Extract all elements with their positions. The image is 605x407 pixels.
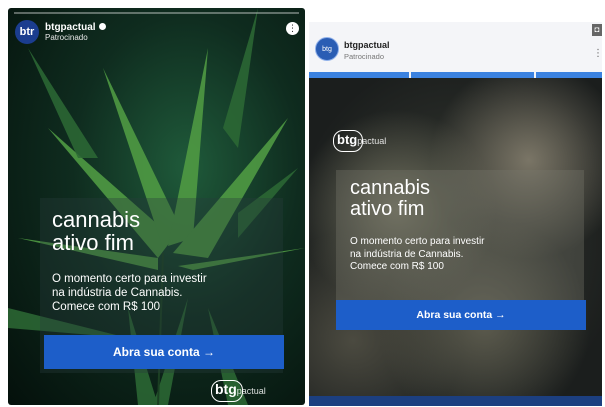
body-line: O momento certo para investir bbox=[350, 236, 485, 247]
body-line: O momento certo para investir bbox=[52, 273, 207, 285]
body-line: na indústria de Cannabis. bbox=[350, 248, 464, 260]
brand-avatar[interactable]: btg bbox=[315, 37, 339, 61]
story-progress-bar bbox=[14, 12, 299, 14]
ad-headline: cannabis ativo fim bbox=[350, 178, 430, 220]
sponsored-label: Patrocinado bbox=[344, 52, 385, 61]
brand-name[interactable]: btgpactual bbox=[45, 22, 106, 33]
open-account-button[interactable]: Abra sua conta → bbox=[44, 335, 284, 369]
verified-icon bbox=[98, 23, 106, 31]
sponsored-label: Patrocinado bbox=[45, 32, 88, 42]
story-ad-left[interactable]: btr btgpactual Patrocinado ⋮ cannabis at… bbox=[8, 8, 305, 405]
headline-line: ativo fim bbox=[52, 230, 134, 255]
ad-body-text: O momento certo para investir na indústr… bbox=[52, 272, 267, 314]
more-options-icon[interactable]: ⋮ bbox=[593, 49, 602, 59]
ad-headline: cannabis ativo fim bbox=[52, 208, 140, 254]
body-line: Comece com R$ 100 bbox=[52, 301, 161, 313]
brand-avatar[interactable]: btr bbox=[15, 20, 39, 44]
open-account-button[interactable]: Abra sua conta → bbox=[336, 300, 586, 330]
corner-icon[interactable]: ◘ bbox=[592, 24, 602, 36]
headline-line: ativo fim bbox=[350, 198, 425, 220]
ad-body-text: O momento certo para investir na indústr… bbox=[350, 236, 560, 274]
btg-logo: btgpactual bbox=[215, 381, 266, 397]
more-options-icon[interactable]: ⋮ bbox=[286, 22, 299, 35]
headline-line: cannabis bbox=[350, 177, 431, 199]
headline-line: cannabis bbox=[52, 207, 141, 232]
feed-ad-right[interactable]: btg btgpactual Patrocinado ◘ ⋮ btgpactua… bbox=[309, 22, 602, 406]
brand-name[interactable]: btgpactual bbox=[344, 40, 390, 50]
bottom-strip bbox=[309, 396, 602, 406]
body-line: Comece com R$ 100 bbox=[350, 261, 444, 272]
btg-logo: btgpactual bbox=[337, 132, 387, 147]
body-line: na indústria de Cannabis. bbox=[52, 287, 183, 299]
ad-header: btr btgpactual Patrocinado bbox=[15, 20, 106, 44]
